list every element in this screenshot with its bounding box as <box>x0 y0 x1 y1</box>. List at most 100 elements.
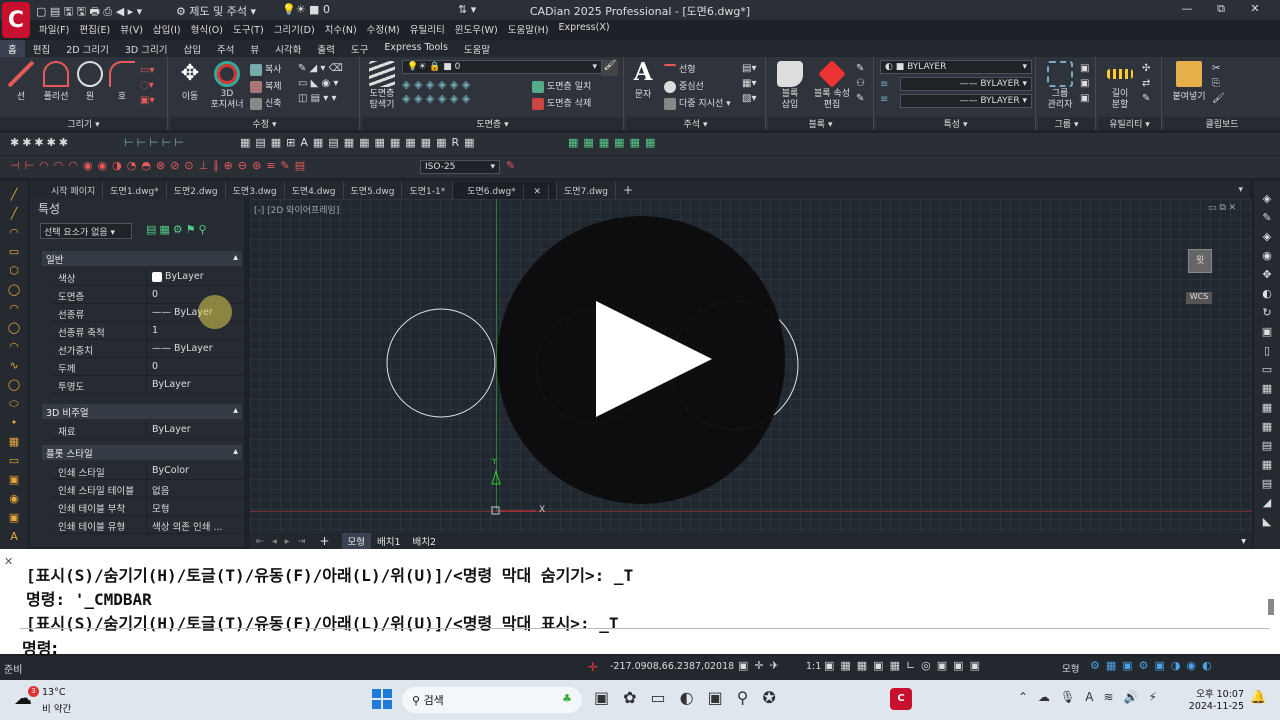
command-scrollbar[interactable] <box>1268 599 1274 615</box>
line-button[interactable]: 선 <box>6 61 36 102</box>
doc-tab-drawing5[interactable]: 도면5.dwg <box>344 181 403 199</box>
tab-annotate[interactable]: 주석 <box>209 40 242 57</box>
block-more-icons[interactable]: ✎ ⚇ ✎ <box>856 61 872 106</box>
notification-icon[interactable]: 🔔 <box>1250 690 1266 705</box>
prop-row-lineweight[interactable]: 선가중치 —— ByLayer <box>52 340 242 358</box>
menu-tools[interactable]: 도구(T) <box>228 20 269 36</box>
status-scale[interactable]: 1:1 <box>806 661 821 672</box>
layer-delete-button[interactable]: 도면층 삭제 <box>532 96 591 110</box>
taskbar-app-icons[interactable]: ▣✿▭◐▣⚲✪ <box>594 688 790 707</box>
tab-home[interactable]: 홈 <box>0 40 25 57</box>
tab-express-tools[interactable]: Express Tools <box>376 40 456 57</box>
quick-layer-dropdown[interactable]: 💡☀ ■ 0 <box>282 3 330 16</box>
tab-tools[interactable]: 도구 <box>343 40 376 57</box>
utility-more-icons[interactable]: ✣ ⇄ ✎ <box>1142 61 1158 106</box>
windows-start-icon[interactable] <box>372 689 392 709</box>
ribbon-group-annotation-label[interactable]: 주석 ▾ <box>626 117 765 130</box>
status-model[interactable]: 모형 <box>1062 661 1079 675</box>
linetype-dropdown[interactable]: —— BYLAYER ▾ <box>900 77 1032 91</box>
tab-2d-draw[interactable]: 2D 그리기 <box>58 40 117 57</box>
dimstyle-dropdown[interactable]: ISO-25 ▾ <box>420 160 500 174</box>
left-draw-icons[interactable]: ╱ ╱ ◠ ▭ ⬡ ◯ ◠ ◯ ◠ ∿ ◯ ⬭ • ▦ ▭ ▣ ◉ ▣ A <box>6 185 22 546</box>
minimize-button[interactable]: — <box>1172 2 1202 18</box>
prop-row-color[interactable]: 색상 ByLayer <box>52 268 242 286</box>
doc-tab-drawing3[interactable]: 도면3.dwg <box>226 181 285 199</box>
arc-button[interactable]: 호 <box>108 61 136 102</box>
copy-button[interactable]: 복사 <box>250 62 282 76</box>
linear-dim-button[interactable]: 선형 <box>664 62 696 76</box>
app-logo[interactable]: C <box>2 2 30 38</box>
section-general[interactable]: 일반 ▴ <box>42 251 242 266</box>
block-attr-edit-button[interactable]: 블록 속성 편집 <box>808 60 856 111</box>
prop-row-material[interactable]: 재료 ByLayer <box>52 421 242 439</box>
tab-visualize[interactable]: 시각화 <box>267 40 309 57</box>
add-layout-button[interactable]: + <box>319 534 329 548</box>
status-coordinates[interactable]: -217.0908,66.2387,0 <box>610 661 710 672</box>
doc-tab-drawing4[interactable]: 도면4.dwg <box>285 181 344 199</box>
ribbon-group-group-label[interactable]: 그룹 ▾ <box>1038 117 1095 130</box>
prop-row-plot-table[interactable]: 인쇄 스타일 테이블 없음 <box>52 480 242 498</box>
weather-desc[interactable]: 비 약간 <box>42 701 71 715</box>
ribbon-group-properties-label[interactable]: 특성 ▾ <box>876 117 1035 130</box>
stretch-button[interactable]: 신축 <box>250 96 282 110</box>
centerline-button[interactable]: 중심선 <box>664 79 704 93</box>
weather-temp[interactable]: 13°C <box>42 687 65 698</box>
menu-modify[interactable]: 수정(M) <box>362 20 405 36</box>
menu-window[interactable]: 윈도우(W) <box>450 20 503 36</box>
viewcube[interactable]: 윗 <box>1188 249 1212 273</box>
tab-output[interactable]: 출력 <box>309 40 342 57</box>
polyline-button[interactable]: 폴리선 <box>38 61 74 102</box>
layer-tool-icons[interactable]: ◈ ◈ ◈ ◈ ◈ ◈ ◈ ◈ ◈ ◈ ◈ ◈ <box>402 78 530 108</box>
layer-match-button[interactable]: 도면층 일치 <box>532 79 591 93</box>
taskbar-search[interactable]: ⚲ 검색 ♣ <box>402 687 582 713</box>
osnap-tool-icons[interactable]: ⊣⊢◠◠◠◉◉◑◔◓⊗⊘⊙⊥∥⊕⊖⊛≡✎▤ <box>10 159 415 172</box>
new-tab-button[interactable]: + <box>616 181 640 199</box>
paste-button[interactable]: 붙여넣기 <box>1166 61 1212 102</box>
status-toggle-icons-b[interactable]: ▣▦▦▣▦∟◎▣▣▣ <box>824 659 986 672</box>
doc-tab-drawing2[interactable]: 도면2.dwg <box>167 181 226 199</box>
doc-tab-close-icon[interactable]: ✕ <box>526 184 550 199</box>
workspace-selector[interactable]: ⚙ 제도 및 주석 ▾ <box>176 3 256 19</box>
layout-tool-icons[interactable]: ▦▦▦▦▦▦ <box>568 136 708 149</box>
menu-dimension[interactable]: 치수(N) <box>320 20 362 36</box>
group-more-icons[interactable]: ▣ ▣ ▣ <box>1080 61 1094 106</box>
properties-side-icons[interactable]: ≡ ≡ <box>880 77 896 107</box>
menu-help[interactable]: 도움말(H) <box>503 20 554 36</box>
doc-tab-drawing1-1[interactable]: 도면1-1* <box>402 181 454 199</box>
doc-tab-drawing7[interactable]: 도면7.dwg <box>557 181 617 199</box>
system-tray-icons[interactable]: ⌃☁🎙A≋🔊⚡ <box>1018 690 1167 704</box>
doc-tab-drawing1[interactable]: 도면1.dwg* <box>103 181 167 199</box>
close-button[interactable]: ✕ <box>1240 2 1270 18</box>
tab-help[interactable]: 도움말 <box>456 40 498 57</box>
quick-access-more-icon[interactable]: ⇅ ▾ <box>458 3 476 16</box>
dimstyle-edit-icon[interactable]: ✎ <box>506 159 522 172</box>
ribbon-group-layer-label[interactable]: 도면층 ▾ <box>362 117 623 130</box>
circle-button[interactable]: 원 <box>76 61 104 102</box>
modify-more-icons[interactable]: ✎ ◢ ▾ ⌫ ▭ ◣ ◉ ▾ ◫ ▤ ▾ ▾ <box>298 61 356 107</box>
ribbon-group-modify-label[interactable]: 수정 ▾ <box>170 117 359 130</box>
snap-tool-icons[interactable]: ✱✱✱✱✱ <box>10 136 110 149</box>
group-manager-button[interactable]: 그룹 관리자 <box>1040 61 1080 111</box>
text-button[interactable]: A 문자 <box>628 59 658 101</box>
properties-toolbar-icons[interactable]: ▤▦⚙⚑⚲ <box>146 223 242 236</box>
3d-gizmo-button[interactable]: 3D 포지셔너 <box>206 61 248 111</box>
drawing-canvas[interactable]: [-] [2D 와이어프레임] ▭ ⧉ ✕ Y X 윗 WCS <box>250 199 1252 533</box>
tab-3d-draw[interactable]: 3D 그리기 <box>117 40 176 57</box>
doc-tab-start[interactable]: 시작 페이지 <box>44 181 104 199</box>
lineweight-dropdown[interactable]: —— BYLAYER ▾ <box>900 94 1032 108</box>
dimension-tool-icons[interactable]: ⊢⊢⊢⊢⊢ <box>124 136 224 149</box>
menu-draw[interactable]: 그리기(D) <box>269 20 320 36</box>
draw-more-icons[interactable]: ▭▾ ◌▾ ▣▾ <box>140 63 162 107</box>
section-3d-visual[interactable]: 3D 비주얼 ▴ <box>42 404 242 419</box>
menu-file[interactable]: 파일(F) <box>34 20 74 36</box>
tabs-menu-icon[interactable]: ▾ <box>1231 183 1250 197</box>
prop-row-plot-style[interactable]: 인쇄 스타일 ByColor <box>52 462 242 480</box>
layer-dropdown[interactable]: 💡☀ 🔒 ■ 0 ▾ <box>402 60 602 74</box>
prop-row-plot-attached[interactable]: 인쇄 테이블 부착 모형 <box>52 498 242 516</box>
tab-view[interactable]: 뷰 <box>242 40 267 57</box>
prop-row-plot-type[interactable]: 인쇄 테이블 유형 색상 의존 인쇄 ... <box>52 516 242 534</box>
measure-divide-button[interactable]: 길이 분할 <box>1100 61 1140 111</box>
tab-edit[interactable]: 편집 <box>25 40 58 57</box>
status-year[interactable]: 2018 <box>710 661 734 672</box>
taskbar-time[interactable]: 오후 10:07 <box>1196 686 1244 700</box>
